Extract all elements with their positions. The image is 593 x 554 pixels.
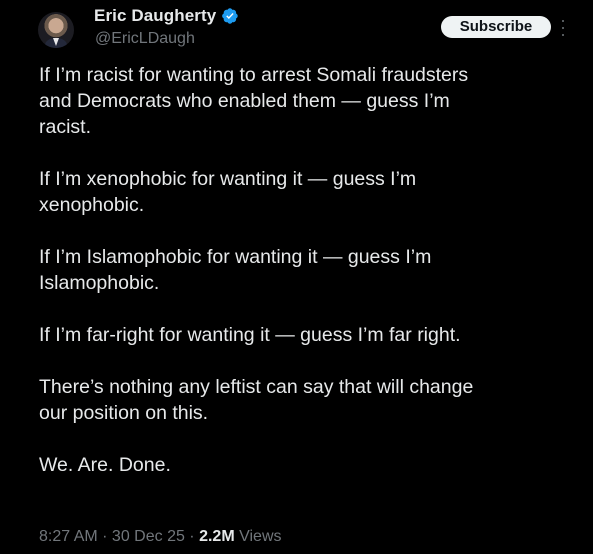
subscribe-button[interactable]: Subscribe	[441, 16, 551, 38]
tweet-time[interactable]: 8:27 AM	[39, 528, 98, 545]
tweet-meta: 8:27 AM · 30 Dec 25 · 2.2M Views	[39, 528, 282, 546]
author-name-row: Eric Daugherty	[94, 6, 239, 26]
author-avatar[interactable]	[38, 12, 74, 48]
tweet-paragraph: If I’m xenophobic for wanting it — guess…	[39, 168, 417, 216]
tweet-date[interactable]: 30 Dec 25	[112, 528, 185, 545]
meta-separator: ·	[97, 528, 112, 545]
tweet-paragraph: If I’m racist for wanting to arrest Soma…	[39, 64, 469, 138]
tweet-paragraph: We. Are. Done.	[39, 454, 171, 476]
tweet-card: Eric Daugherty @EricLDaugh Subscribe If …	[0, 0, 593, 554]
more-vertical-icon[interactable]	[561, 20, 565, 36]
verified-badge-icon	[221, 7, 239, 25]
tweet-paragraph: If I’m Islamophobic for wanting it — gue…	[39, 246, 432, 294]
author-display-name[interactable]: Eric Daugherty	[94, 6, 216, 26]
tweet-paragraph: There’s nothing any leftist can say that…	[39, 376, 474, 424]
views-count[interactable]: 2.2M	[199, 528, 235, 545]
tweet-text: If I’m racist for wanting to arrest Soma…	[39, 62, 579, 478]
meta-separator: ·	[184, 528, 200, 545]
views-label: Views	[234, 528, 282, 545]
tweet-paragraph: If I’m far-right for wanting it — guess …	[39, 324, 461, 346]
author-handle[interactable]: @EricLDaugh	[95, 30, 195, 48]
